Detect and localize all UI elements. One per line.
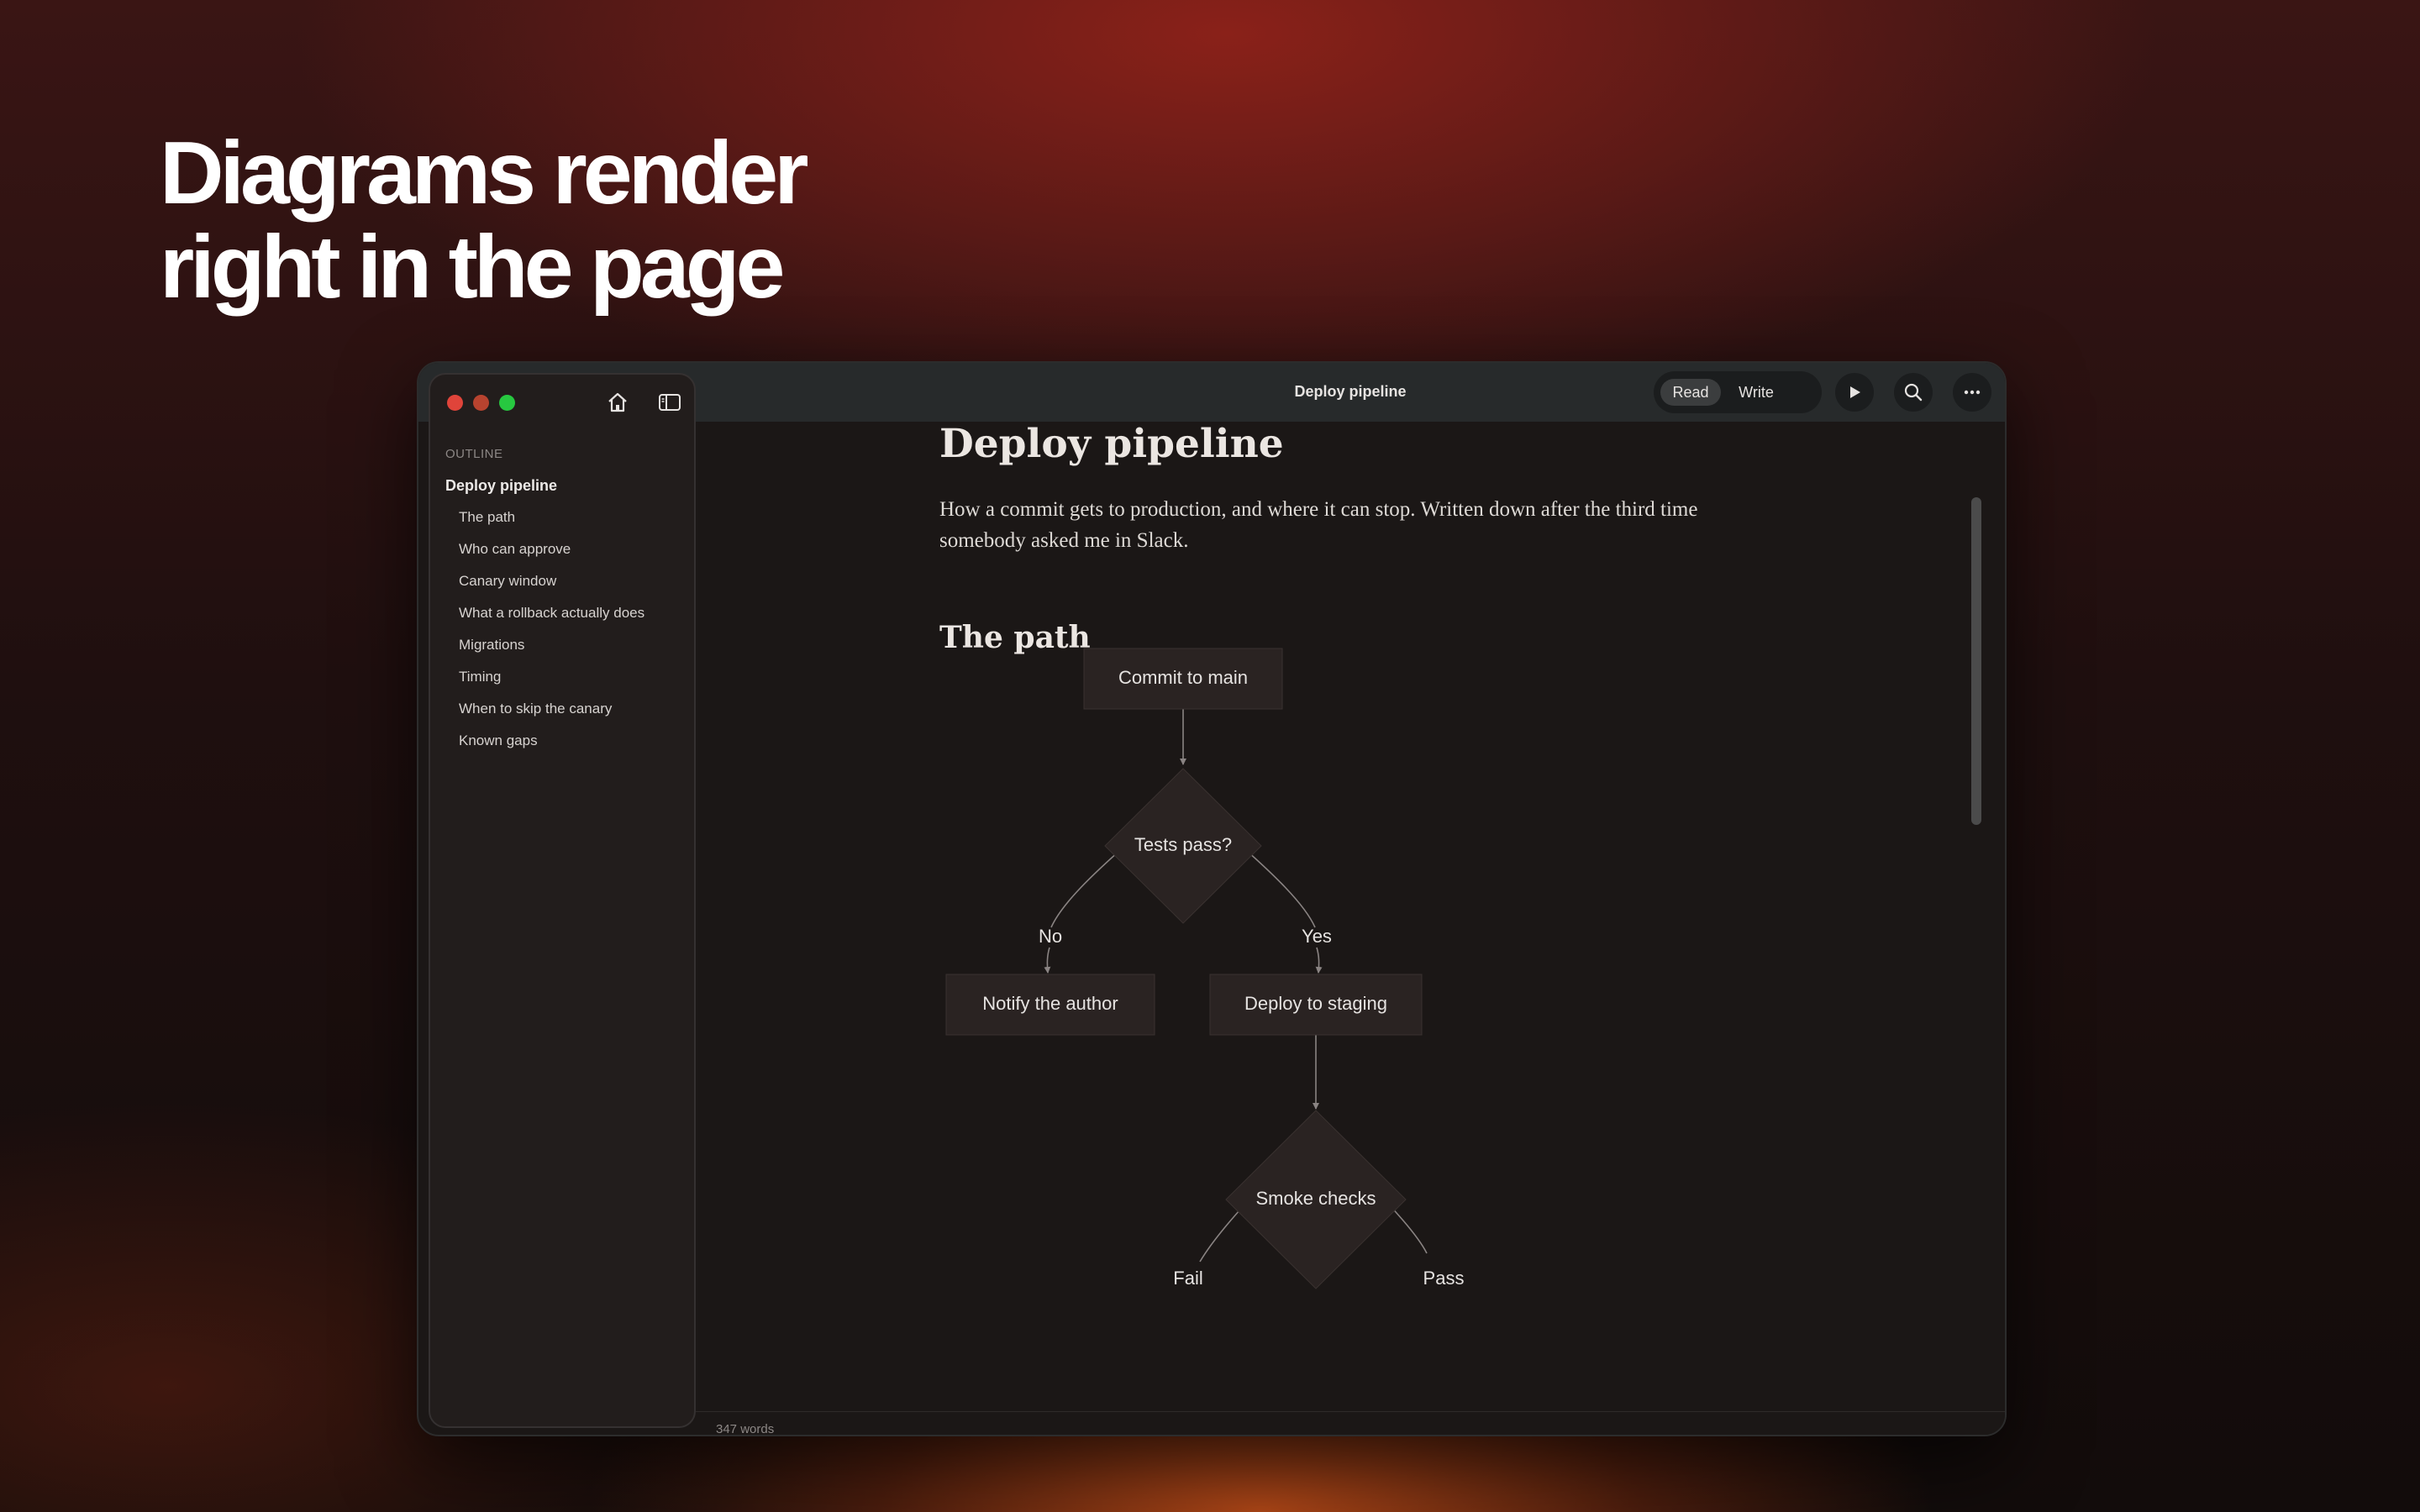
word-count: 347 words xyxy=(716,1422,775,1436)
search-button[interactable] xyxy=(1894,373,1933,412)
outline-item-known-gaps[interactable]: Known gaps xyxy=(445,732,644,764)
home-icon xyxy=(608,392,627,412)
edge-label-no: No xyxy=(1039,926,1062,947)
sidebar-toggle-icon xyxy=(659,394,681,411)
document-content[interactable]: Deploy pipeline How a commit gets to pro… xyxy=(696,422,1990,1418)
vertical-scrollbar[interactable] xyxy=(1971,497,1981,1418)
outline-item-migrations[interactable]: Migrations xyxy=(445,637,644,669)
search-icon xyxy=(1904,383,1923,402)
sidebar: OUTLINE Deploy pipeline The path Who can… xyxy=(429,373,696,1428)
mode-switch: Read Write xyxy=(1654,371,1822,413)
zoom-window-button[interactable] xyxy=(499,395,515,411)
outline-label: OUTLINE xyxy=(445,447,503,461)
home-button[interactable] xyxy=(603,388,632,417)
outline-item-who-can-approve[interactable]: Who can approve xyxy=(445,541,644,573)
outline-item-the-path[interactable]: The path xyxy=(445,509,644,541)
sidebar-toggle-button[interactable] xyxy=(655,388,684,417)
edge-label-pass: Pass xyxy=(1423,1268,1465,1289)
node-smoke-label: Smoke checks xyxy=(1255,1188,1376,1209)
node-staging-label: Deploy to staging xyxy=(1244,993,1387,1014)
app-window: Deploy pipeline Read Write OUTLINE Deplo… xyxy=(417,361,2007,1436)
close-window-button[interactable] xyxy=(447,395,463,411)
headline-line-2: right in the page xyxy=(160,218,785,317)
edge-no-notify xyxy=(1044,947,1051,974)
outline-item-deploy-pipeline[interactable]: Deploy pipeline xyxy=(445,477,644,509)
play-icon xyxy=(1850,386,1860,398)
outline-item-timing[interactable]: Timing xyxy=(445,669,644,701)
status-bar: 347 words xyxy=(696,1411,2005,1436)
outline-item-skip-canary[interactable]: When to skip the canary xyxy=(445,701,644,732)
read-mode-button[interactable]: Read xyxy=(1660,379,1721,406)
edge-yes-staging xyxy=(1315,947,1323,974)
play-button[interactable] xyxy=(1835,373,1874,412)
outline-list: Deploy pipeline The path Who can approve… xyxy=(445,477,644,764)
write-mode-button[interactable]: Write xyxy=(1726,379,1786,406)
scrollbar-thumb[interactable] xyxy=(1971,497,1981,825)
more-icon xyxy=(1964,390,1981,395)
node-notify-label: Notify the author xyxy=(982,993,1118,1014)
edge-label-yes: Yes xyxy=(1302,926,1332,947)
headline-line-1: Diagrams render xyxy=(160,123,808,223)
outline-item-canary-window[interactable]: Canary window xyxy=(445,573,644,605)
outline-item-rollback[interactable]: What a rollback actually does xyxy=(445,605,644,637)
more-button[interactable] xyxy=(1953,373,1991,412)
minimize-window-button[interactable] xyxy=(473,395,489,411)
edge-label-fail: Fail xyxy=(1173,1268,1202,1289)
window-controls xyxy=(447,395,515,411)
headline: Diagrams render right in the page xyxy=(160,123,808,317)
node-commit-label: Commit to main xyxy=(1118,667,1248,688)
flowchart-diagram: Commit to main Tests pass? No Yes Notify… xyxy=(945,648,1465,1289)
node-tests-label: Tests pass? xyxy=(1134,834,1232,855)
